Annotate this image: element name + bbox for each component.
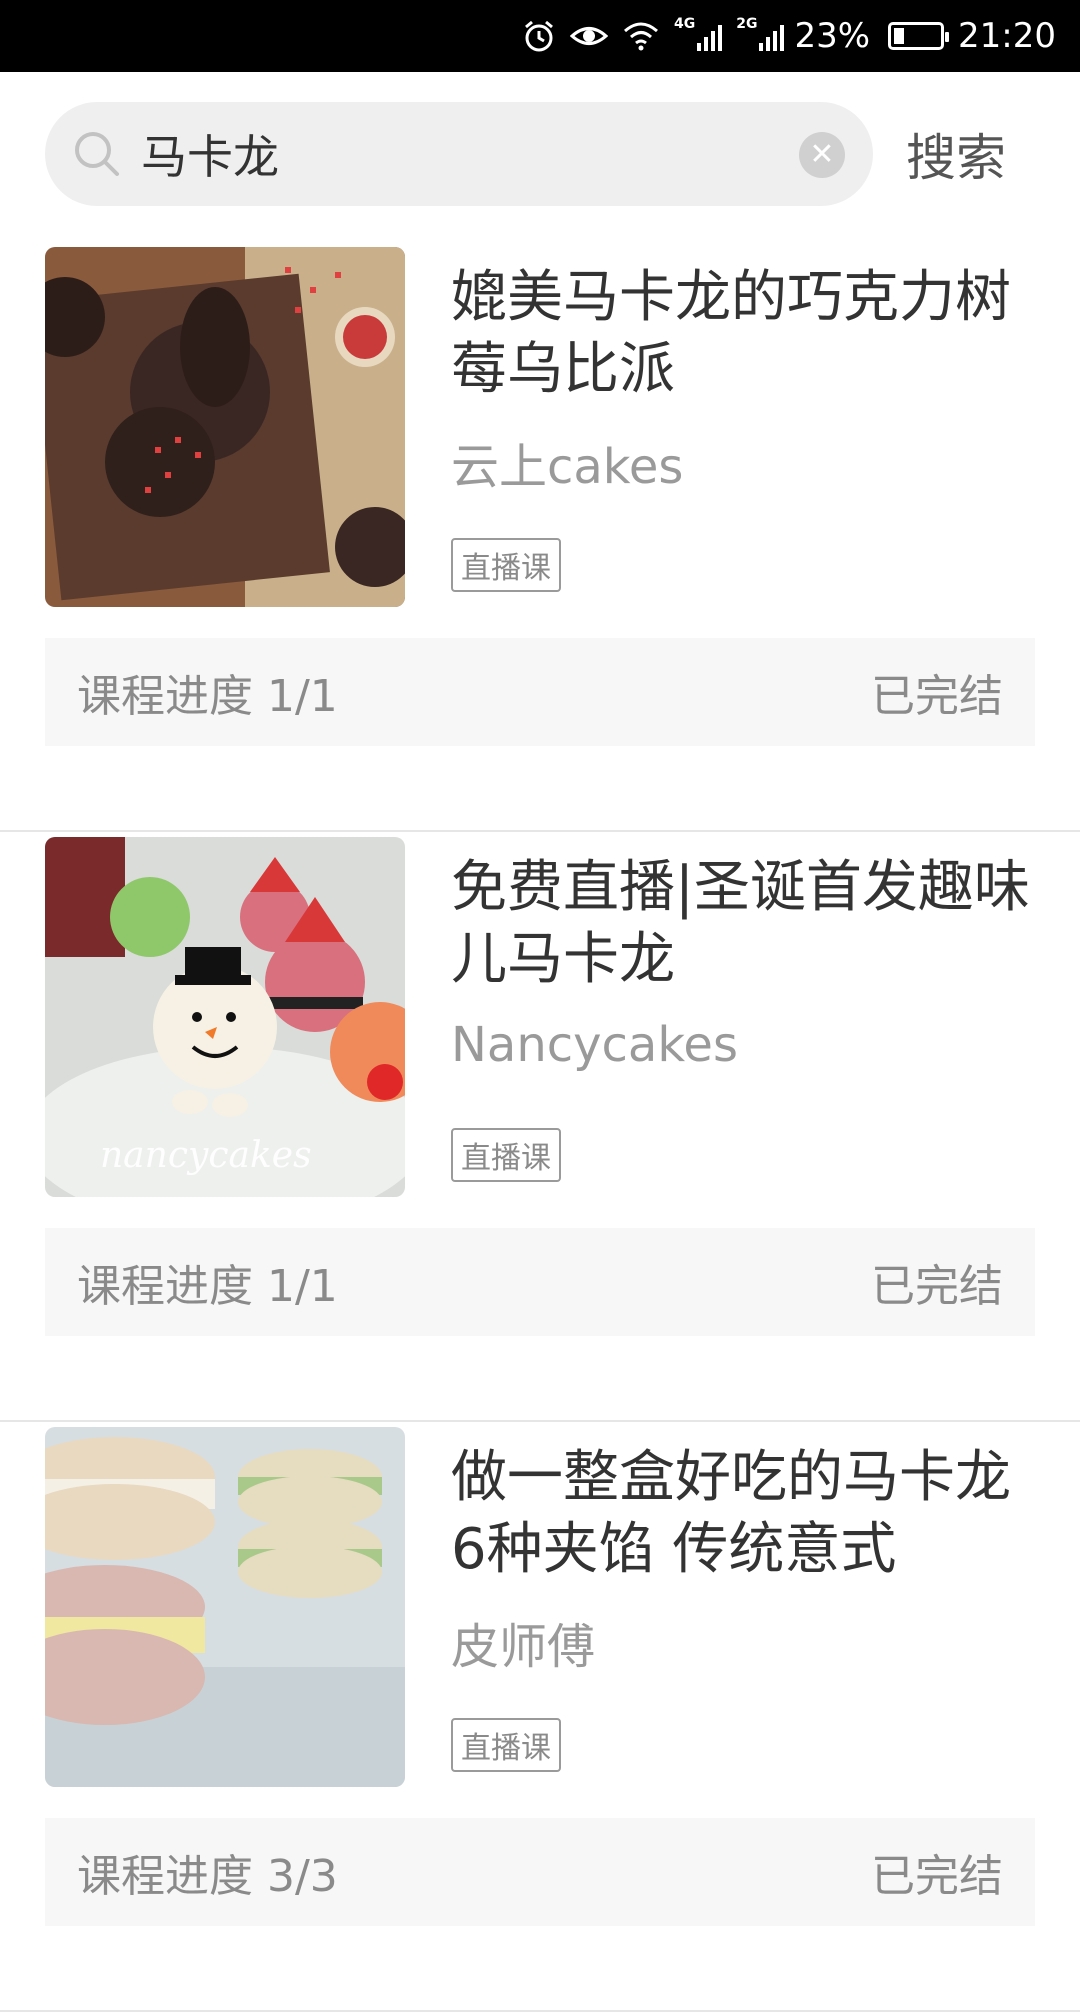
course-progress: 课程进度 1/1 [77,671,338,722]
course-thumbnail[interactable]: nancycakes [45,837,405,1197]
eye-comfort-icon [569,21,608,51]
course-title[interactable]: 免费直播|圣诞首发趣味儿马卡龙 [451,852,1031,996]
course-thumbnail[interactable] [45,247,405,607]
status-bar: 4G 2G 23% 21:20 [0,0,1080,72]
course-type-badge: 直播课 [451,1718,561,1772]
course-status: 已完结 [871,671,1003,722]
search-input[interactable] [141,102,821,206]
battery-percent: 23% [794,16,871,56]
course-status: 已完结 [871,1261,1003,1312]
alarm-icon [522,19,556,53]
course-card[interactable]: nancycakes 免费直播|圣诞首发趣味儿马卡龙 Nancycakes 直播… [0,832,1080,1422]
course-list: 媲美马卡龙的巧克力树莓乌比派 云上cakes 直播课 课程进度 1/1 已完结 [0,242,1080,2012]
course-title[interactable]: 做一整盒好吃的马卡龙 6种夹馅 传统意式 [451,1442,1031,1586]
course-author: Nancycakes [451,1017,738,1073]
course-status: 已完结 [871,1851,1003,1902]
search-header: ✕ 搜索 [0,72,1080,242]
course-progress-bar: 课程进度 1/1 已完结 [45,1228,1035,1336]
clear-search-icon[interactable]: ✕ [799,132,845,178]
course-card[interactable]: 媲美马卡龙的巧克力树莓乌比派 云上cakes 直播课 课程进度 1/1 已完结 [0,242,1080,832]
course-type-badge: 直播课 [451,1128,561,1182]
battery-icon [888,22,950,50]
course-progress-bar: 课程进度 3/3 已完结 [45,1818,1035,1926]
search-box[interactable]: ✕ [45,102,873,206]
signal-2g-icon: 2G [736,16,785,51]
course-author: 云上cakes [451,439,684,495]
course-progress: 课程进度 1/1 [77,1261,338,1312]
image-watermark: nancycakes [100,1135,312,1176]
course-card[interactable]: 做一整盒好吃的马卡龙 6种夹馅 传统意式 皮师傅 直播课 课程进度 3/3 已完… [0,1422,1080,2012]
search-icon [71,128,123,180]
course-author: 皮师傅 [451,1619,596,1675]
course-type-badge: 直播课 [451,538,561,592]
wifi-icon [622,21,660,51]
course-thumbnail[interactable] [45,1427,405,1787]
search-button[interactable]: 搜索 [906,112,1006,196]
signal-4g-icon: 4G [674,16,723,51]
course-title[interactable]: 媲美马卡龙的巧克力树莓乌比派 [451,262,1031,406]
course-progress-bar: 课程进度 1/1 已完结 [45,638,1035,746]
course-progress: 课程进度 3/3 [77,1851,338,1902]
clock: 21:20 [958,16,1056,56]
